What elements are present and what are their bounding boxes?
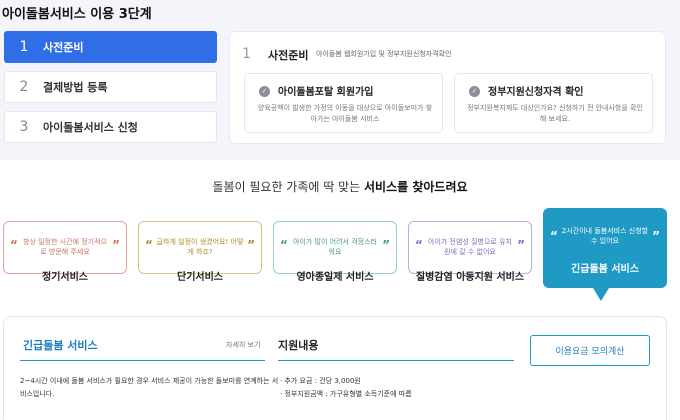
service-description: 아이가 많이 어려서 걱정스러워요: [293, 238, 377, 256]
quote-open-icon: “: [550, 229, 558, 243]
support-item: 정부지원금액 : 가구유형별 소득기준에 따름: [280, 388, 411, 401]
more-link[interactable]: 자세히 보기: [226, 340, 260, 350]
service-name: 영아종일제 서비스: [296, 272, 374, 283]
quote-open-icon: “: [145, 238, 153, 252]
service-description: 항상 일정한 시간에 정기적으로 방문해 주세요: [23, 238, 107, 256]
divider: [20, 360, 265, 361]
detail-title: 사전준비: [268, 49, 309, 62]
quote-close-icon: ”: [112, 238, 120, 252]
headline-bold: 서비스를 찾아드려요: [364, 180, 468, 194]
step-3-button[interactable]: 3 아이돌봄서비스 신청: [4, 111, 217, 143]
card-title: 아이돌봄포탈 회원가입: [278, 87, 374, 98]
step-number: 1: [19, 39, 29, 55]
step-1-button[interactable]: 1 사전준비: [4, 31, 217, 63]
section-headline: 돌봄이 필요한 가족에 딱 맞는 서비스를 찾아드려요: [0, 178, 680, 195]
page-title: 아이돌봄서비스 이용 3단계: [2, 7, 152, 22]
step-label: 아이돌봄서비스 신청: [43, 121, 138, 134]
divider: [278, 360, 514, 361]
check-icon: ✓: [259, 86, 270, 97]
step-label: 결제방법 등록: [43, 81, 108, 94]
step-number: 2: [19, 79, 29, 95]
service-description: 아이가 전염성 질병으로 유치원에 갈 수 없어요: [428, 238, 512, 256]
quote-close-icon: ”: [652, 229, 660, 243]
fee-calculator-button[interactable]: 이용요금 모의계산: [530, 335, 650, 366]
signup-card[interactable]: ✓ 아이돌봄포탈 회원가입 양육공백이 발생한 가정의 아동을 대상으로 아이돌…: [244, 73, 443, 133]
service-card-regular[interactable]: “ 항상 일정한 시간에 정기적으로 방문해 주세요 ” 정기서비스: [3, 221, 127, 283]
support-title: 지원내용: [278, 339, 319, 352]
quote-open-icon: “: [280, 238, 288, 252]
service-description: 2시간이내 돌봄서비스 신청할 수 있어요: [561, 227, 649, 245]
headline-text: 돌봄이 필요한 가족에 딱 맞는: [212, 180, 364, 194]
step-list: 1 사전준비 2 결제방법 등록 3 아이돌봄서비스 신청: [4, 31, 217, 151]
quote-close-icon: ”: [382, 238, 390, 252]
step-detail-panel: 1 사전준비 아이돌봄 웹회원가입 및 정부지원신청자격확인 ✓ 아이돌봄포탈 …: [229, 31, 666, 144]
detail-subtitle: 아이돌봄 웹회원가입 및 정부지원신청자격확인: [316, 50, 452, 58]
service-card-infant-fullday[interactable]: “ 아이가 많이 어려서 걱정스러워요 ” 영아종일제 서비스: [273, 221, 397, 283]
service-card-illness-support[interactable]: “ 아이가 전염성 질병으로 유치원에 갈 수 없어요 ” 질병감염 아동지원 …: [408, 221, 532, 283]
quote-open-icon: “: [415, 238, 423, 252]
step-label: 사전준비: [43, 41, 84, 54]
step-2-button[interactable]: 2 결제방법 등록: [4, 71, 217, 103]
info-title: 긴급돌봄 서비스: [23, 339, 98, 352]
quote-open-icon: “: [10, 238, 18, 252]
quote-close-icon: ”: [247, 238, 255, 252]
service-name: 정기서비스: [42, 272, 88, 283]
eligibility-card[interactable]: ✓ 정부지원신청자격 확인 정부지원복지제도 대상인가요? 신청하기 전 안내사…: [454, 73, 653, 133]
info-description: 2~4시간 이내에 돌봄 서비스가 필요한 경우 서비스 제공이 가능한 돌보미…: [20, 377, 279, 398]
card-title: 정부지원신청자격 확인: [488, 87, 584, 98]
service-card-emergency[interactable]: “ 2시간이내 돌봄서비스 신청할 수 있어요 ” 긴급돌봄 서비스: [543, 208, 667, 288]
service-name: 긴급돌봄 서비스: [571, 264, 639, 275]
step-number: 3: [19, 119, 29, 135]
service-description: 급하게 일정이 생겼어요! 어떻게 하죠?: [156, 238, 244, 256]
service-name: 질병감염 아동지원 서비스: [415, 272, 525, 283]
support-list: 추가 요금 : 건당 3,000원 정부지원금액 : 가구유형별 소득기준에 따…: [280, 375, 412, 401]
support-item: 추가 요금 : 건당 3,000원: [280, 375, 412, 388]
quote-close-icon: ”: [517, 238, 525, 252]
service-name: 단기서비스: [177, 272, 223, 283]
service-info-panel: 긴급돌봄 서비스 자세히 보기 2~4시간 이내에 돌봄 서비스가 필요한 경우…: [3, 316, 667, 420]
card-description: 정부지원복지제도 대상인가요? 신청하기 전 안내사항을 확인해 보세요.: [467, 104, 643, 123]
card-description: 양육공백이 발생한 가정의 아동을 대상으로 아이돌보미가 찾아가는 아이돌봄 …: [257, 104, 433, 123]
active-card-pointer: [593, 288, 609, 301]
detail-step-number: 1: [242, 46, 251, 62]
service-card-short-term[interactable]: “ 급하게 일정이 생겼어요! 어떻게 하죠? ” 단기서비스: [138, 221, 262, 283]
check-icon: ✓: [469, 86, 480, 97]
